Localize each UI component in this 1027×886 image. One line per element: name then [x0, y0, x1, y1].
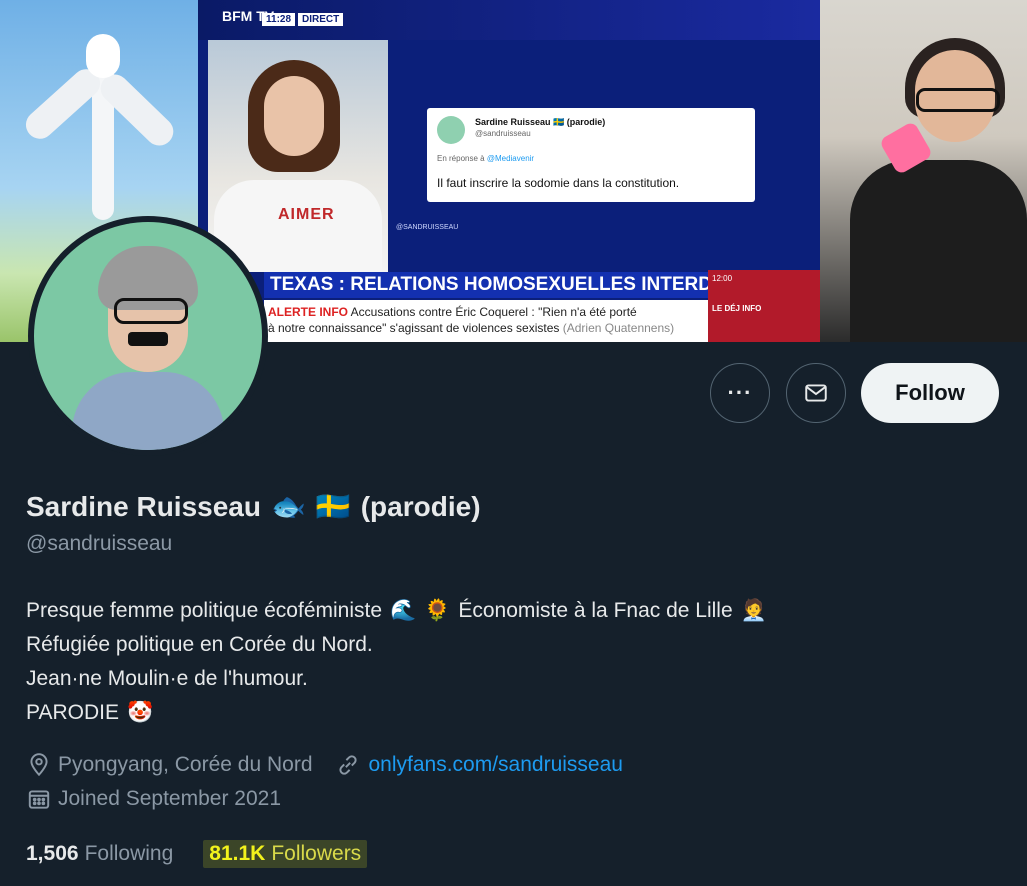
tweet-avatar — [437, 116, 465, 144]
display-name: Sardine Ruisseau — [26, 490, 261, 522]
fish-emoji: 🐟 — [270, 491, 306, 522]
bio-text-1: Presque femme politique écoféministe — [26, 599, 383, 622]
profile-handle: @sandruisseau — [26, 532, 173, 555]
person-emoji: 🧑‍💼 — [740, 599, 767, 622]
sculpture-head — [86, 34, 120, 78]
embedded-tweet-card: Sardine Ruisseau 🇸🇪 (parodie) @sandruiss… — [427, 108, 755, 202]
following-count: 1,506 — [26, 842, 79, 865]
tweet-reply-to: @Mediavenir — [486, 154, 535, 163]
followers-label: Followers — [271, 842, 362, 865]
profile-stats: 1,506 Following 81.1K Followers — [26, 840, 368, 868]
tweet-author-handle: @sandruisseau — [475, 129, 531, 138]
banner-tv-screenshot: BFM TV. 11:28 DIRECT AIMER Sardine Ruiss… — [198, 0, 820, 342]
followers-count: 81.1K — [209, 842, 266, 865]
bio-line-2: Réfugiée politique en Corée du Nord. — [26, 633, 373, 656]
following-label: Following — [84, 842, 174, 865]
tv-time: 11:28 — [262, 13, 296, 26]
message-button[interactable] — [786, 363, 846, 423]
ticker-text-1: Accusations contre Éric Coquerel : "Rien… — [350, 305, 637, 319]
more-options-button[interactable]: ··· — [710, 363, 770, 423]
tweet-reply-line: En réponse à @Mediavenir — [437, 154, 534, 163]
location-pin-icon — [30, 753, 48, 777]
tv-deji-box: 12:00 LE DÉJ INFO — [708, 270, 820, 342]
wave-emoji: 🌊 — [390, 599, 417, 622]
follow-button[interactable]: Follow — [861, 363, 999, 423]
ticker-text-2: à notre connaissance" s'agissant de viol… — [268, 321, 560, 335]
ticker-label: ALERTE INFO — [268, 305, 348, 319]
costume-body — [850, 160, 1027, 342]
banner-costume-photo — [820, 0, 1027, 342]
tv-presenter: AIMER — [208, 40, 388, 272]
profile-joined-row: Joined September 2021 — [26, 786, 281, 812]
presenter-shirt-text: AIMER — [278, 206, 335, 223]
deji-time: 12:00 — [712, 274, 733, 283]
tv-live-badge: DIRECT — [298, 13, 344, 26]
link-icon — [338, 755, 357, 775]
profile-avatar[interactable] — [28, 216, 268, 456]
following-link[interactable]: 1,506 Following — [26, 842, 173, 866]
bio-text-4: PARODIE — [26, 701, 119, 724]
groucho-glasses-icon — [916, 88, 1000, 112]
joined-text: Joined September 2021 — [58, 787, 281, 810]
bio-line-4: PARODIE 🤡 — [26, 696, 767, 730]
avatar-glasses — [114, 298, 188, 324]
bio-text-1b: Économiste à la Fnac de Lille — [458, 599, 733, 622]
tv-handle-caption: @SANDRUISSEAU — [396, 224, 459, 231]
profile-meta-row: Pyongyang, Corée du Nord onlyfans.com/sa… — [26, 752, 623, 778]
ticker-line-1: ALERTE INFO Accusations contre Éric Coqu… — [268, 305, 637, 319]
more-icon: ··· — [727, 380, 753, 405]
avatar-shirt — [72, 372, 224, 450]
tweet-text: Il faut inscrire la sodomie dans la cons… — [437, 176, 680, 190]
clown-emoji: 🤡 — [126, 701, 154, 724]
tweet-reply-prefix: En réponse à — [437, 154, 485, 163]
mail-icon — [805, 384, 827, 402]
parody-label: (parodie) — [360, 490, 481, 522]
profile-name: Sardine Ruisseau 🐟 🇸🇪 (parodie) — [26, 490, 481, 523]
website-link[interactable]: onlyfans.com/sandruisseau — [369, 753, 623, 777]
avatar-photo — [34, 222, 262, 450]
tweet-author-name: Sardine Ruisseau 🇸🇪 (parodie) — [475, 117, 606, 127]
presenter-face — [264, 76, 324, 156]
ticker-author: (Adrien Quatennens) — [562, 321, 675, 335]
location-text: Pyongyang, Corée du Nord — [58, 753, 313, 776]
avatar-moustache — [128, 332, 168, 346]
deji-label: LE DÉJ INFO — [712, 304, 762, 313]
sweden-flag-emoji: 🇸🇪 — [315, 491, 351, 522]
sunflower-emoji: 🌻 — [424, 599, 451, 622]
calendar-icon — [28, 790, 50, 809]
ticker-line-2: à notre connaissance" s'agissant de viol… — [268, 321, 674, 335]
bio-line-3: Jean·ne Moulin·e de l'humour. — [26, 667, 308, 690]
bio-line-1: Presque femme politique écoféministe 🌊 🌻… — [26, 594, 767, 628]
tv-top-bar: BFM TV. 11:28 DIRECT — [198, 0, 820, 40]
profile-bio: Presque femme politique écoféministe 🌊 🌻… — [26, 594, 767, 730]
tv-ticker: ALERTE INFO Accusations contre Éric Coqu… — [264, 300, 708, 342]
followers-link[interactable]: 81.1K Followers — [203, 840, 368, 868]
